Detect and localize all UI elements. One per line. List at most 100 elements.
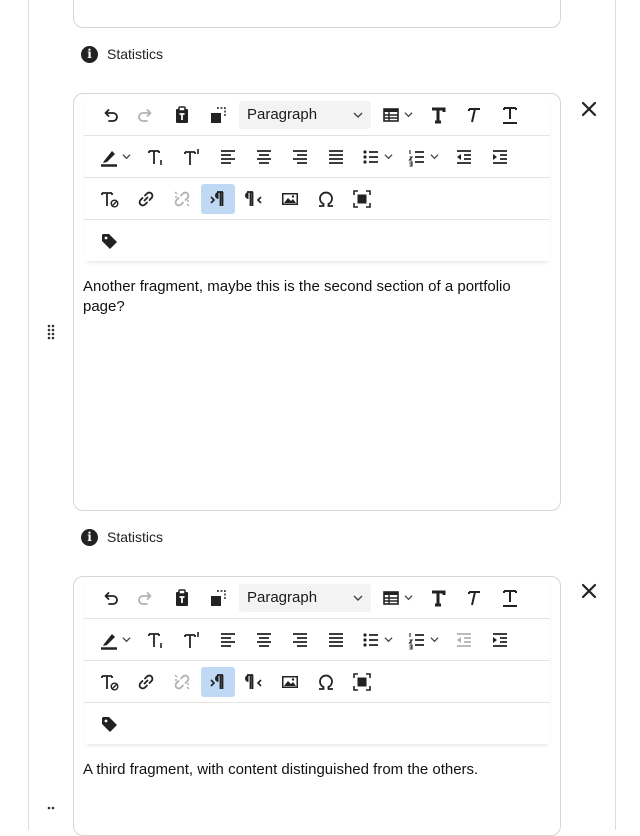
numbered-list-button[interactable]: [401, 625, 445, 655]
fullscreen-button[interactable]: [345, 184, 379, 214]
drag-handle-icon[interactable]: [47, 805, 55, 810]
statistics-label: Statistics: [107, 529, 164, 545]
chevron-down-icon: [122, 637, 131, 643]
image-button[interactable]: [273, 184, 307, 214]
align-center-icon: [257, 149, 271, 164]
paste-as-text-button[interactable]: [165, 100, 199, 130]
rtl-button[interactable]: [237, 184, 271, 214]
table-button[interactable]: [375, 583, 419, 613]
toolbar-row3: [84, 178, 550, 220]
align-center-button[interactable]: [247, 142, 281, 172]
redo-button[interactable]: [129, 583, 163, 613]
special-char-button[interactable]: [309, 667, 343, 697]
drag-handle-icon[interactable]: [47, 324, 55, 340]
subscript-button[interactable]: [139, 142, 173, 172]
highlight-color-button[interactable]: [93, 625, 137, 655]
indent-button[interactable]: [483, 142, 517, 172]
unlink-icon: [174, 191, 190, 206]
outdent-button[interactable]: [447, 625, 481, 655]
align-right-button[interactable]: [283, 142, 317, 172]
link-button[interactable]: [129, 184, 163, 214]
bullet-list-button[interactable]: [355, 625, 399, 655]
image-button[interactable]: [273, 667, 307, 697]
align-justify-button[interactable]: [319, 625, 353, 655]
copy-format-icon: [211, 106, 226, 123]
special-char-button[interactable]: [309, 184, 343, 214]
superscript-icon: [184, 631, 199, 648]
link-button[interactable]: [129, 667, 163, 697]
paragraph-select[interactable]: Paragraph: [239, 100, 371, 129]
editor-toolbar: Paragraph: [84, 577, 550, 744]
editor-toolbar: Paragraph: [84, 94, 550, 261]
align-justify-button[interactable]: [319, 142, 353, 172]
toolbar-row4: [84, 703, 550, 744]
paste-as-text-button[interactable]: [165, 583, 199, 613]
tag-button[interactable]: [93, 709, 127, 739]
underline-button[interactable]: [493, 100, 527, 130]
undo-button[interactable]: [93, 100, 127, 130]
superscript-button[interactable]: [175, 625, 209, 655]
statistics-toggle[interactable]: i Statistics: [81, 44, 163, 64]
previous-editor-bottom[interactable]: [73, 0, 561, 28]
numbered-list-button[interactable]: [401, 142, 445, 172]
outdent-icon: [457, 632, 471, 647]
tag-button[interactable]: [93, 226, 127, 256]
indent-button[interactable]: [483, 625, 517, 655]
rtl-button[interactable]: [237, 667, 271, 697]
fullscreen-icon: [353, 672, 371, 691]
subscript-button[interactable]: [139, 625, 173, 655]
bold-button[interactable]: [421, 583, 455, 613]
editor-content[interactable]: A third fragment, with content distingui…: [74, 744, 560, 796]
table-button[interactable]: [375, 100, 419, 130]
chevron-down-icon: [353, 595, 363, 601]
indent-icon: [493, 632, 507, 647]
undo-button[interactable]: [93, 583, 127, 613]
rtl-icon: [245, 673, 262, 689]
indent-icon: [493, 149, 507, 164]
paragraph-select-label: Paragraph: [247, 106, 318, 123]
redo-button[interactable]: [129, 100, 163, 130]
italic-button[interactable]: [457, 100, 491, 130]
editor-fragment-3: Paragraph A third fragment, with content…: [73, 576, 561, 836]
toolbar-row4: [84, 220, 550, 261]
clear-format-button[interactable]: [93, 667, 127, 697]
unlink-button[interactable]: [165, 184, 199, 214]
toolbar-row1: Paragraph: [84, 94, 550, 136]
close-icon[interactable]: [579, 99, 599, 119]
fullscreen-button[interactable]: [345, 667, 379, 697]
align-right-button[interactable]: [283, 625, 317, 655]
paste-as-text-icon: [176, 588, 188, 606]
superscript-button[interactable]: [175, 142, 209, 172]
superscript-icon: [184, 148, 199, 165]
underline-icon: [503, 589, 517, 607]
ltr-button[interactable]: [201, 666, 235, 697]
chevron-down-icon: [404, 595, 413, 601]
editor-text: Another fragment, maybe this is the seco…: [83, 278, 511, 315]
underline-button[interactable]: [493, 583, 527, 613]
ltr-button[interactable]: [201, 183, 235, 214]
copy-format-button[interactable]: [201, 100, 235, 130]
clear-format-button[interactable]: [93, 184, 127, 214]
align-left-button[interactable]: [211, 142, 245, 172]
close-icon[interactable]: [579, 581, 599, 601]
outdent-button[interactable]: [447, 142, 481, 172]
unlink-button[interactable]: [165, 667, 199, 697]
statistics-toggle[interactable]: i Statistics: [81, 527, 163, 547]
align-center-icon: [257, 632, 271, 647]
editor-fragment-2: Paragraph Another fragment, maybe this i…: [73, 93, 561, 511]
highlight-color-button[interactable]: [93, 142, 137, 172]
toolbar-row2: [84, 136, 550, 178]
paragraph-select[interactable]: Paragraph: [239, 583, 371, 612]
align-center-button[interactable]: [247, 625, 281, 655]
statistics-label: Statistics: [107, 46, 164, 62]
bold-button[interactable]: [421, 100, 455, 130]
align-right-icon: [293, 632, 307, 647]
clear-format-icon: [101, 191, 119, 207]
link-icon: [138, 674, 154, 689]
italic-button[interactable]: [457, 583, 491, 613]
chevron-down-icon: [353, 112, 363, 118]
align-left-button[interactable]: [211, 625, 245, 655]
copy-format-button[interactable]: [201, 583, 235, 613]
editor-content[interactable]: Another fragment, maybe this is the seco…: [74, 261, 560, 333]
bullet-list-button[interactable]: [355, 142, 399, 172]
